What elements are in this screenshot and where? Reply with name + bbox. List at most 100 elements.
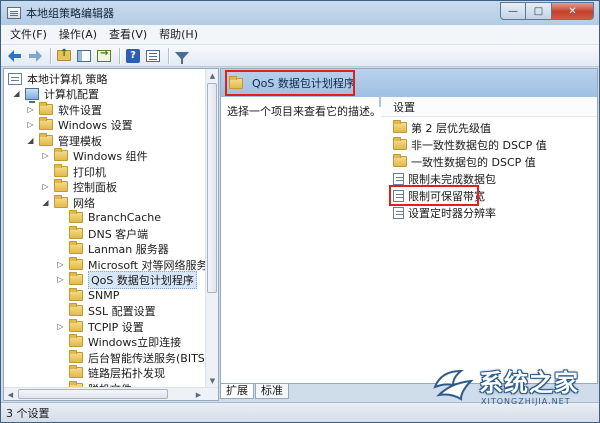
close-button[interactable]: ✕ [552, 2, 594, 20]
setting-row-conforming-dscp[interactable]: 一致性数据包的 DSCP 值 [393, 153, 536, 170]
up-one-level-button[interactable] [55, 47, 73, 65]
expand-arrow-icon[interactable]: ▷ [41, 151, 50, 160]
folder-icon [69, 334, 83, 347]
tree-item-snmp[interactable]: SNMP [56, 288, 119, 303]
setting-row-timer-resolution[interactable]: 设置定时器分辨率 [393, 204, 496, 221]
app-icon [7, 7, 21, 19]
tree-item-label: 网络 [73, 196, 95, 210]
minimize-button[interactable]: — [500, 2, 526, 20]
tab-standard[interactable]: 标准 [255, 384, 289, 399]
folder-icon [39, 133, 53, 146]
expand-arrow-icon[interactable]: ▷ [56, 260, 65, 269]
folder-icon [69, 288, 83, 301]
tree-item-branchcache[interactable]: BranchCache [56, 210, 161, 225]
folder-icon [393, 120, 407, 133]
maximize-button[interactable]: □ [526, 2, 552, 20]
forward-button[interactable] [26, 47, 44, 65]
collapse-arrow-icon[interactable]: ◢ [12, 89, 21, 98]
tree-item-link-layer-topology[interactable]: 链路层拓扑发现 [56, 365, 165, 380]
toolbar-separator [50, 47, 51, 64]
filter-icon [175, 51, 189, 64]
expand-arrow-icon[interactable]: ▷ [26, 120, 35, 129]
tree-item-network[interactable]: ◢ 网络 [41, 195, 95, 210]
tree-item-windows-settings[interactable]: ▷ Windows 设置 [26, 117, 133, 132]
tree-item-label: Windows立即连接 [88, 335, 182, 349]
expand-arrow-icon[interactable]: ▷ [26, 105, 35, 114]
setting-label: 非一致性数据包的 DSCP 值 [411, 138, 547, 152]
tree-item-control-panel[interactable]: ▷ 控制面板 [41, 179, 117, 194]
tree-item-ssl-config[interactable]: SSL 配置设置 [56, 303, 156, 318]
policy-tree-pane[interactable]: 本地计算机 策略 ◢ 计算机配置 ▷ 软件设置 ▷ Windows 设置 ◢ 管… [3, 68, 219, 401]
settings-column-header[interactable]: 设置 [381, 97, 597, 117]
tree-item-label: 本地计算机 策略 [27, 72, 108, 86]
filter-button[interactable] [173, 47, 191, 65]
setting-label: 设置定时器分辨率 [408, 206, 496, 220]
scroll-right-arrow-icon[interactable]: ▶ [192, 388, 205, 400]
tree-item-qos-packet-scheduler[interactable]: ▷ QoS 数据包计划程序 [56, 270, 197, 289]
red-highlight-box-header [225, 70, 355, 96]
folder-icon [69, 303, 83, 316]
details-pane: QoS 数据包计划程序 选择一个项目来查看它的描述。 设置 第 2 层优先级值 … [220, 68, 598, 384]
tree-item-label: 管理模板 [58, 134, 102, 148]
scroll-up-arrow-icon[interactable]: ▲ [206, 69, 218, 82]
back-button[interactable] [6, 47, 24, 65]
tree-horizontal-scroll-thumb[interactable] [18, 389, 168, 399]
tree-vertical-scrollbar[interactable]: ▲ ▼ [205, 69, 218, 387]
show-hide-tree-button[interactable] [75, 47, 93, 65]
folder-icon [54, 148, 68, 161]
title-bar[interactable]: 本地组策略编辑器 — □ ✕ [1, 1, 599, 25]
menu-view[interactable]: 查看(V) [103, 25, 153, 45]
tree-item-label: DNS 客户端 [88, 227, 149, 241]
collapse-arrow-icon[interactable]: ◢ [41, 198, 50, 207]
tab-extended[interactable]: 扩展 [220, 384, 254, 399]
scroll-left-arrow-icon[interactable]: ◀ [4, 388, 17, 400]
tree-horizontal-scrollbar[interactable]: ◀ ▶ [4, 387, 218, 400]
folder-icon [393, 154, 407, 167]
tree-item-local-computer-policy[interactable]: 本地计算机 策略 [8, 71, 108, 86]
forward-icon [28, 49, 42, 62]
settings-list[interactable]: 设置 第 2 层优先级值 非一致性数据包的 DSCP 值 一致性数据包的 DSC… [381, 97, 597, 383]
menu-help[interactable]: 帮助(H) [153, 25, 204, 45]
tree-item-bits[interactable]: 后台智能传送服务(BITS) [56, 350, 209, 365]
tree-item-lanman-server[interactable]: Lanman 服务器 [56, 241, 169, 256]
expand-arrow-icon[interactable]: ▷ [41, 182, 50, 191]
view-icon [146, 49, 160, 62]
computer-icon [25, 87, 39, 103]
expand-arrow-icon[interactable]: ▷ [56, 275, 65, 284]
scroll-down-arrow-icon[interactable]: ▼ [206, 374, 218, 387]
tree-item-software-settings[interactable]: ▷ 软件设置 [26, 102, 102, 117]
tree-scroll-thumb[interactable] [207, 83, 217, 293]
folder-icon [69, 241, 83, 254]
tree-item-admin-templates[interactable]: ◢ 管理模板 [26, 133, 102, 148]
setting-row-nonconforming-dscp[interactable]: 非一致性数据包的 DSCP 值 [393, 136, 547, 153]
tree-item-label: 计算机配置 [44, 87, 99, 101]
view-button[interactable] [144, 47, 162, 65]
tree-item-printers[interactable]: 打印机 [41, 164, 106, 179]
menu-action[interactable]: 操作(A) [53, 25, 103, 45]
tree-item-tcpip-settings[interactable]: ▷ TCPIP 设置 [56, 319, 144, 334]
tree-item-label: QoS 数据包计划程序 [88, 270, 197, 289]
tree-item-label: 链路层拓扑发现 [88, 366, 165, 380]
folder-icon [69, 210, 83, 223]
tree-item-label: 打印机 [73, 165, 106, 179]
tree-item-dns-client[interactable]: DNS 客户端 [56, 226, 148, 241]
setting-row-layer2-priority[interactable]: 第 2 层优先级值 [393, 119, 491, 136]
tree-item-computer-config[interactable]: ◢ 计算机配置 [12, 86, 99, 103]
expand-arrow-icon[interactable]: ▷ [56, 322, 65, 331]
tree-item-label: TCPIP 设置 [88, 320, 144, 334]
folder-icon [39, 117, 53, 130]
window-title: 本地组策略编辑器 [26, 7, 114, 20]
tree-item-windows-connect-now[interactable]: Windows立即连接 [56, 334, 181, 349]
tree-item-label: SSL 配置设置 [88, 304, 156, 318]
tree-item-label: Windows 设置 [58, 118, 133, 132]
export-list-button[interactable] [95, 47, 113, 65]
menu-file[interactable]: 文件(F) [4, 25, 53, 45]
help-button[interactable]: ? [124, 47, 142, 65]
toolbar-separator [168, 47, 169, 64]
collapse-arrow-icon[interactable]: ◢ [26, 136, 35, 145]
folder-icon [69, 272, 83, 285]
tree-item-windows-components[interactable]: ▷ Windows 组件 [41, 148, 148, 163]
